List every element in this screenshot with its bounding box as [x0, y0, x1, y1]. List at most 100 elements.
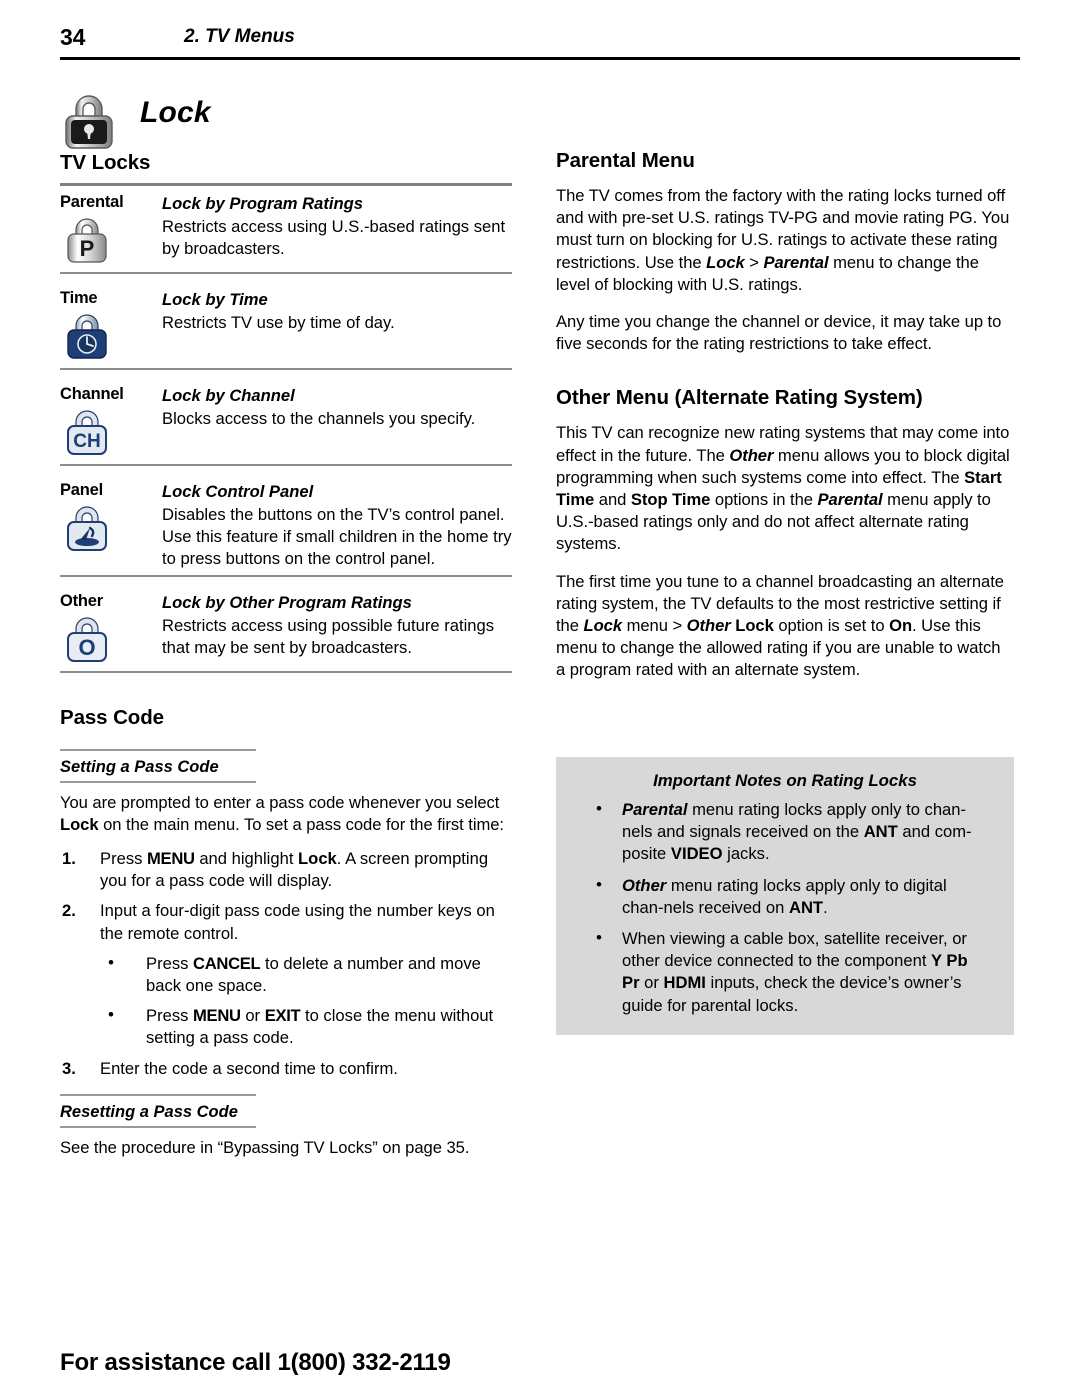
resetting-pass-code-heading: Resetting a Pass Code — [60, 1102, 238, 1121]
note-part-f: jacks. — [722, 844, 770, 864]
parental-paragraph-1: The TV comes from the factory with the r… — [556, 185, 1014, 296]
table-row: Other O Lock by Other Program Ratings Re… — [60, 585, 512, 681]
padlock-clock-icon — [60, 310, 116, 364]
note-part-b: menu rating locks apply only to digital … — [622, 875, 947, 917]
step-text: Input a four-digit pass code using the n… — [100, 901, 495, 943]
oth-p1-e: and — [594, 490, 631, 510]
jack-video: VIDEO — [670, 844, 723, 864]
menu-other-keyword: Other — [686, 616, 731, 636]
padlock-o-icon: O — [60, 613, 116, 667]
menu-parental-keyword: Parental — [622, 800, 688, 819]
page-footer: For assistance call 1(800) 332-2119 — [60, 1349, 1020, 1377]
pass-code-steps: 1. Press MENU and highlight Lock. A scree… — [60, 848, 512, 1080]
lock-row-body: Restricts access using U.S.-based rating… — [162, 217, 506, 259]
menu-lock-keyword: Lock — [706, 252, 745, 272]
bullet-part-a: Press — [146, 1006, 194, 1026]
key-menu: MENU — [147, 849, 195, 869]
tv-locks-table: Parental P Lock by Program Ratings Restr… — [60, 186, 512, 681]
lock-row-label: Time — [60, 289, 98, 307]
padlock-ch-icon: CH — [60, 406, 116, 460]
lock-row-title: Lock by Other Program Ratings — [162, 592, 412, 612]
list-item: • Press CANCEL to delete a number and mov… — [100, 953, 512, 997]
pass-code-heading: Pass Code — [60, 705, 164, 729]
row-divider — [60, 574, 512, 577]
lock-row-body: Restricts TV use by time of day. — [162, 313, 395, 332]
menu-lock-keyword: Lock — [583, 616, 623, 636]
menu-lock-keyword: Lock — [298, 849, 337, 869]
step-part-c: and highlight — [194, 849, 299, 869]
table-row: Time Lock by Time Restricts TV use by ti… — [60, 282, 512, 378]
bullet-part-a: Press — [146, 953, 194, 973]
important-notes-box: Important Notes on Rating Locks • Parenta… — [556, 757, 1014, 1035]
setting-intro-paragraph: You are prompted to enter a pass code wh… — [60, 792, 512, 836]
notes-title: Important Notes on Rating Locks — [653, 771, 917, 790]
list-item: • Parental menu rating locks apply only t… — [556, 799, 1014, 866]
note-part-d: . — [823, 897, 828, 917]
lock-section-title: Lock — [56, 88, 516, 154]
par-p1-c: > — [744, 252, 764, 272]
page-number: 34 — [60, 24, 86, 50]
resetting-heading-rule-bottom — [60, 1125, 256, 1128]
list-item: • Press MENU or EXIT to close the menu wi… — [100, 1005, 512, 1049]
row-divider — [60, 368, 512, 370]
padlock-hand-icon — [60, 502, 116, 556]
option-lock: Lock — [735, 616, 774, 636]
svg-text:O: O — [78, 635, 95, 660]
header-divider — [60, 57, 1020, 60]
lock-row-title: Lock by Time — [162, 290, 268, 309]
bullet-dot-icon: • — [108, 1005, 114, 1025]
table-row: Parental P Lock by Program Ratings Restr… — [60, 186, 512, 282]
row-divider — [60, 464, 512, 466]
list-item: • Other menu rating locks apply only to d… — [556, 875, 1014, 919]
list-item: 3. Enter the code a second time to confir… — [60, 1058, 512, 1080]
note-part-b: When viewing a cable box, satellite rece… — [622, 929, 967, 971]
document-page: 34 2. TV Menus Lock TV Locks Parental P … — [0, 0, 1080, 1397]
bullet-dot-icon: • — [596, 928, 602, 948]
list-item: • When viewing a cable box, satellite rec… — [556, 928, 1014, 1017]
chapter-title: 2. TV Menus — [184, 26, 295, 47]
padlock-p-icon: P — [60, 214, 116, 268]
step-text: Enter the code a second time to confirm. — [100, 1058, 398, 1078]
svg-text:CH: CH — [73, 431, 100, 452]
left-column: TV Locks Parental P Lock by Program Rati… — [60, 150, 512, 1159]
bullet-part-c: or — [240, 1006, 265, 1026]
right-column: Parental Menu The TV comes from the fact… — [556, 148, 1014, 682]
table-row: Channel CH Lock by Channel Blocks access… — [60, 378, 512, 474]
list-item: 2. Input a four-digit pass code using the… — [60, 900, 512, 1049]
lock-row-label: Panel — [60, 481, 104, 499]
other-paragraph-2: The first time you tune to a channel bro… — [556, 571, 1014, 682]
bullet-dot-icon: • — [596, 799, 602, 818]
list-item: 1. Press MENU and highlight Lock. A scree… — [60, 848, 512, 892]
lock-row-body: Restricts access using possible future r… — [162, 615, 495, 657]
oth-p2-g: option is set to — [773, 616, 890, 636]
lock-title-label: Lock — [140, 96, 211, 129]
menu-other-keyword: Other — [729, 445, 774, 465]
lock-row-title: Lock Control Panel — [162, 482, 314, 501]
step-sub-bullets: • Press CANCEL to delete a number and mov… — [100, 953, 512, 1050]
key-exit: EXIT — [264, 1006, 301, 1026]
lock-row-body: Blocks access to the channels you specif… — [162, 409, 476, 428]
lock-row-title: Lock by Program Ratings — [162, 194, 364, 213]
intro-lock-keyword: Lock — [60, 814, 99, 834]
step-number: 2. — [62, 901, 76, 921]
oth-p1-g: options in the — [710, 490, 818, 510]
menu-parental-keyword: Parental — [763, 252, 829, 272]
setting-pass-code-heading: Setting a Pass Code — [60, 757, 219, 776]
bullet-dot-icon: • — [596, 874, 602, 894]
row-divider — [60, 272, 512, 274]
key-cancel: CANCEL — [193, 953, 261, 973]
lock-row-body: Disables the buttons on the TV’s control… — [162, 505, 512, 569]
step-number: 3. — [62, 1058, 76, 1078]
tv-locks-heading: TV Locks — [60, 151, 151, 174]
lock-row-label: Other — [60, 591, 104, 610]
input-hdmi: HDMI — [663, 973, 706, 993]
intro-part-a: You are prompted to enter a pass code wh… — [60, 792, 500, 812]
lock-row-title: Lock by Channel — [162, 386, 295, 405]
notes-list: • Parental menu rating locks apply only t… — [556, 799, 1014, 1017]
lock-row-label: Channel — [60, 385, 124, 403]
parental-paragraph-2: Any time you change the channel or devic… — [556, 312, 1002, 354]
menu-other-keyword: Other — [622, 875, 667, 895]
key-menu: MENU — [193, 1006, 241, 1026]
parental-menu-heading: Parental Menu — [556, 149, 695, 172]
step-part-a: Press — [100, 849, 148, 869]
